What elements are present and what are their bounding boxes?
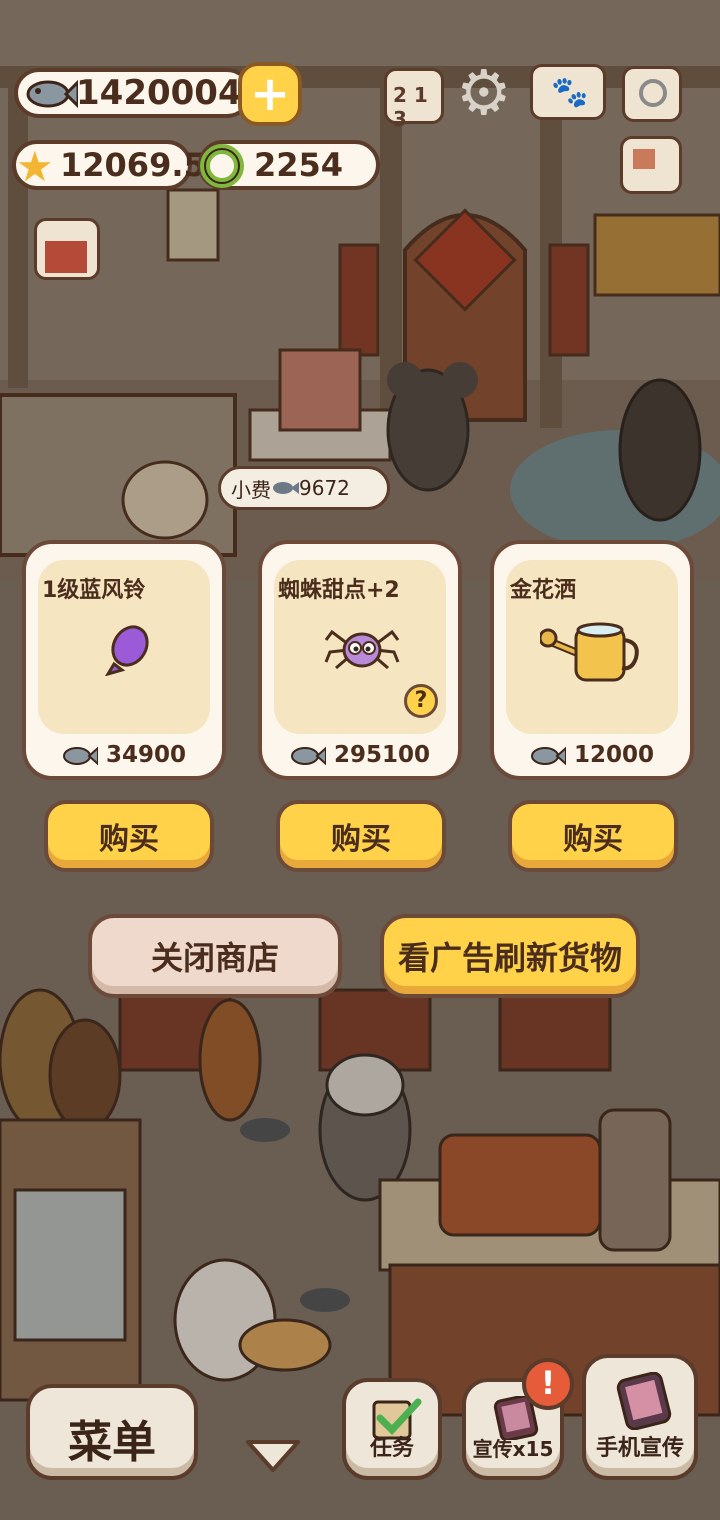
item-price: 295100 [262,742,458,768]
item-price-value: 34900 [105,742,187,768]
item-price: 12000 [494,742,690,768]
book-icon: 🐾 [551,75,589,110]
menu-button[interactable]: 菜单 [26,1384,198,1480]
fish-icon [26,79,78,109]
camera-icon [639,79,667,107]
ring-token-icon [200,144,244,188]
item-name: 1级蓝风铃 [42,578,146,603]
item-name: 金花洒 [510,578,577,603]
close-shop-button[interactable]: 关闭商店 [88,914,342,998]
tip-label: 小费 [231,477,271,502]
alert-badge-icon: ! [522,1358,574,1410]
star-currency: ★ 12069.5 [12,140,206,191]
recipe-book-button[interactable]: 🐾 [530,64,606,120]
tip-bubble: 小费 9672 [218,466,390,510]
collapse-chevron-icon[interactable] [244,1436,302,1476]
gear-icon: ⚙ [456,56,512,129]
add-fish-button[interactable]: + [238,62,302,126]
news-button[interactable] [620,136,682,194]
star-amount: 12069.5 [60,146,206,184]
spider-icon [324,629,400,670]
ranking-button[interactable]: 2 1 3 [384,68,444,131]
phone-promo-label: 手机宣传 [595,1436,684,1461]
buy-button[interactable]: 购买 [508,800,678,872]
watering-can-icon [540,622,639,682]
shop-item-card[interactable]: 金花洒 12000 [490,540,694,780]
fish-amount: 14200041 [76,73,266,113]
phone-icon [616,1372,672,1430]
item-name: 蜘蛛甜点+2 [278,578,400,603]
tasks-label: 任务 [369,1436,414,1461]
item-price: 34900 [26,742,222,768]
shop-item-card[interactable]: 蜘蛛甜点+2 ? 295100 [258,540,462,780]
menu-label: 菜单 [68,1417,156,1468]
star-icon: ★ [16,142,54,191]
podium-icon: 2 1 3 [393,83,428,131]
promo-label: 宣传x15 [472,1437,554,1461]
token-currency: 2254 [198,140,380,190]
refresh-goods-ad-button[interactable]: 看广告刷新货物 [380,914,640,998]
item-price-value: 12000 [573,742,655,768]
token-amount: 2254 [254,146,344,184]
fish-icon [530,746,566,765]
newspaper-icon [633,149,655,169]
settings-button[interactable]: ⚙ [456,62,518,124]
shop-building-button[interactable] [34,218,100,280]
store-icon [45,241,87,273]
plus-icon: + [249,66,291,122]
tip-value: 9672 [299,476,350,500]
phone-promo-button[interactable]: 手机宣传 [582,1354,698,1480]
purple-fish-icon [105,625,149,676]
fish-icon [62,746,98,765]
fish-icon [290,746,326,765]
camera-button[interactable] [622,66,682,122]
info-icon[interactable]: ? [404,684,438,718]
shop-item-card[interactable]: 1级蓝风铃 34900 [22,540,226,780]
tasks-button[interactable]: 任务 [342,1378,442,1480]
fish-currency: 14200041 [14,68,265,118]
buy-button[interactable]: 购买 [276,800,446,872]
fish-icon [273,482,299,494]
buy-button[interactable]: 购买 [44,800,214,872]
item-price-value: 295100 [333,742,431,768]
